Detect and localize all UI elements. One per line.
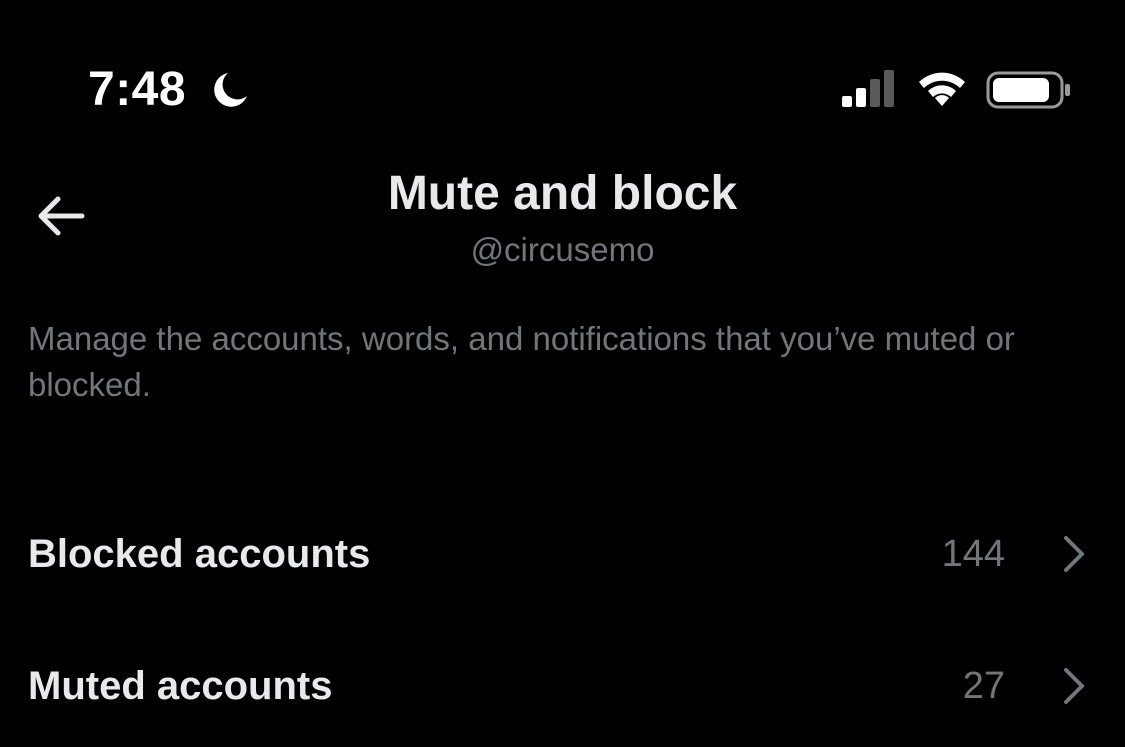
row-count: 27 [962, 665, 1005, 707]
page-title: Mute and block [387, 167, 738, 220]
row-label: Blocked accounts [28, 532, 371, 576]
chevron-right-icon [1064, 668, 1084, 704]
status-bar: 7:48 [0, 0, 1125, 180]
cellular-signal-icon [842, 70, 894, 107]
wifi-icon [919, 72, 965, 106]
status-time: 7:48 [88, 63, 187, 116]
page-subtitle: @circusemo [470, 231, 655, 268]
row-label: Muted accounts [28, 664, 333, 708]
description-text: Manage the accounts, words, and notifica… [28, 320, 1015, 403]
row-count: 144 [941, 533, 1005, 575]
blocked-accounts-row[interactable]: Blocked accounts 144 [0, 494, 1125, 614]
battery-icon [986, 71, 1070, 109]
chevron-right-icon [1064, 536, 1084, 572]
muted-accounts-row[interactable]: Muted accounts 27 [0, 626, 1125, 746]
screen: 7:48 Mute and block @circusemo Manage th… [0, 0, 1125, 747]
moon-icon [214, 73, 247, 107]
